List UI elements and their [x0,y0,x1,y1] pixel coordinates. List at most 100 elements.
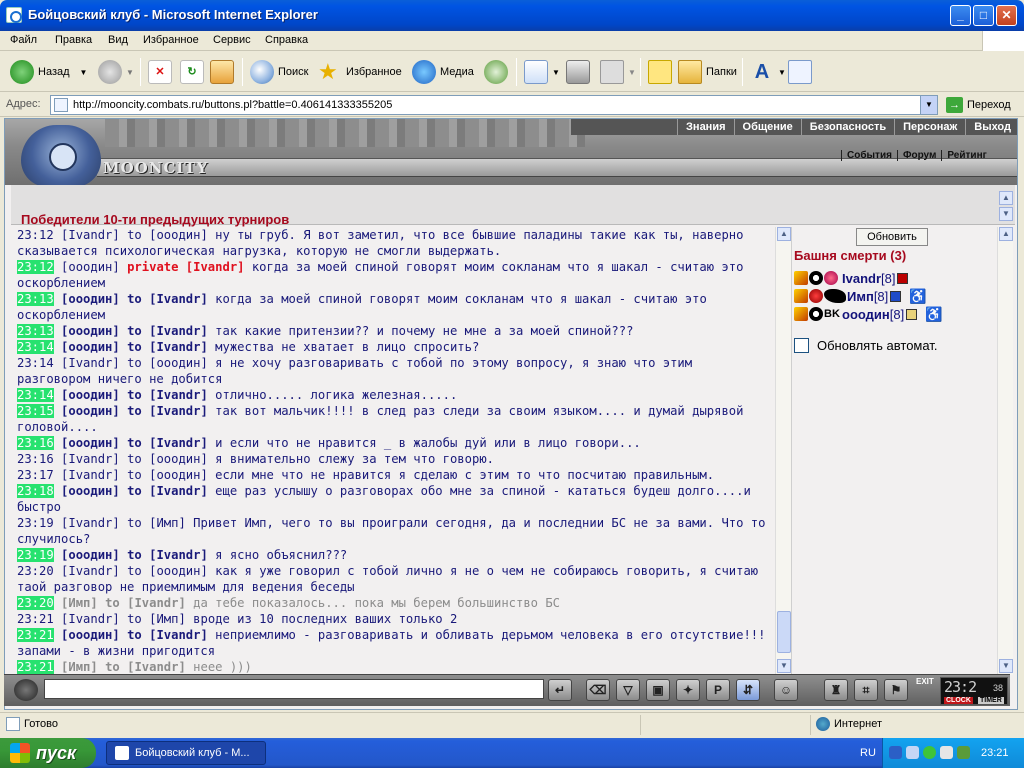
refresh-button[interactable]: ↻ [180,58,208,86]
chat-recipient[interactable]: [Ivandr] [149,436,208,450]
info-icon[interactable] [906,308,918,320]
chat-sender[interactable]: [ооодин] [61,548,120,562]
chat-sender[interactable]: [Ivandr] [61,452,120,466]
chat-recipient[interactable]: [ооодин] [149,564,208,578]
chat-sender[interactable]: [Имп] [61,596,98,610]
scroll-up-icon[interactable]: ▲ [999,227,1013,241]
chat-sender-name[interactable]: ооодин [68,548,112,562]
chat-recipient-name[interactable]: Ivandr [156,340,200,354]
edit-button[interactable]: ▼ [600,58,636,86]
chat-sender-name[interactable]: ооодин [68,292,112,306]
chat-recipient[interactable]: [Ivandr] [149,484,208,498]
home-button[interactable] [210,58,238,86]
notes-button[interactable] [648,58,676,86]
nav-character[interactable]: Персонаж [894,119,965,135]
chat-sender[interactable]: [ооодин] [61,324,120,338]
chat-time[interactable]: 23:20 [17,564,54,578]
info-icon[interactable] [890,290,902,302]
taskbar-window-button[interactable]: Бойцовский клуб - М... [106,741,266,765]
language-indicator[interactable]: RU [860,747,876,759]
address-url[interactable]: http://mooncity.combats.ru/buttons.pl?ba… [73,99,392,111]
scroll-up-icon[interactable]: ▲ [777,227,791,241]
chat-recipient[interactable]: [Ivandr] [149,340,208,354]
history-button[interactable] [484,58,512,86]
menu-view[interactable]: Вид [108,34,128,46]
chat-time[interactable]: 23:21 [17,628,54,642]
address-dropdown-icon[interactable]: ▼ [920,96,937,114]
user-row[interactable]: Имп [8] ♿ [794,287,927,305]
scroll-lock-button[interactable]: ⇵ [736,679,760,701]
chat-sender-name[interactable]: Ivandr [68,516,112,530]
nav-exit[interactable]: Выход [965,119,1017,135]
banner-scrollbar[interactable]: ▲ ▼ [999,191,1013,221]
chat-recipient[interactable]: [Ivandr] [149,628,208,642]
site-emblem-icon[interactable] [21,125,101,185]
chat-recipient-name[interactable]: ооодин [156,356,200,370]
menu-help[interactable]: Справка [265,34,308,46]
filter-button[interactable]: ▽ [616,679,640,701]
chat-recipient[interactable]: [ооодин] [149,468,208,482]
nav-rating[interactable]: Рейтинг [941,150,991,161]
user-name[interactable]: Ivandr [842,271,881,286]
start-button[interactable]: пуск [0,738,96,768]
chat-time[interactable]: 23:17 [17,468,54,482]
address-input[interactable]: http://mooncity.combats.ru/buttons.pl?ba… [50,95,938,115]
chat-sender-name[interactable]: Ivandr [68,452,112,466]
chat-recipient-name[interactable]: Ivandr [156,628,200,642]
chat-sender[interactable]: [Ivandr] [61,564,120,578]
chat-time[interactable]: 23:20 [17,596,54,610]
site-logo[interactable]: MOONCITY [103,159,208,177]
search-button[interactable]: Поиск [250,58,308,86]
chat-sender[interactable]: [ооодин] [61,628,120,642]
chat-recipient-name[interactable]: Ivandr [156,436,200,450]
security-shield-icon[interactable] [923,746,936,759]
chat-sender-name[interactable]: ооодин [68,324,112,338]
clock-tab[interactable]: CLOCK [944,697,973,704]
head-icon[interactable] [14,679,38,701]
stop-button[interactable]: ✕ [148,58,176,86]
scroll-down-icon[interactable]: ▼ [999,207,1013,221]
chat-sender[interactable]: [ооодин] [61,292,120,306]
chat-recipient[interactable]: [Ivandr] [149,292,208,306]
chat-recipient[interactable]: [Ivandr] [127,660,186,674]
exit-label[interactable]: EXIT [916,677,934,686]
go-button[interactable]: → Переход [946,97,1011,113]
volume-icon[interactable] [940,746,953,759]
smiley-button[interactable]: ☺ [774,679,798,701]
chat-time[interactable]: 23:14 [17,388,54,402]
tray-arrow-icon[interactable] [889,746,902,759]
private-message-icon[interactable]: ♿ [909,288,926,305]
minimize-button[interactable]: _ [950,5,971,26]
chat-sender-name[interactable]: Имп [68,596,90,610]
chat-sender[interactable]: [Ivandr] [61,228,120,242]
chat-time[interactable]: 23:12 [17,228,54,242]
menu-tools[interactable]: Сервис [213,34,251,46]
scroll-up-icon[interactable]: ▲ [999,191,1013,205]
chat-sender-name[interactable]: ооодин [68,484,112,498]
chat-recipient-name[interactable]: Ivandr [156,324,200,338]
chat-recipient-name[interactable]: Имп [156,516,178,530]
menu-edit[interactable]: Правка [55,34,92,46]
nav-forum[interactable]: Форум [896,150,941,161]
chat-sender[interactable]: [Имп] [61,660,98,674]
close-button[interactable]: ✕ [996,5,1017,26]
chat-sender[interactable]: [ооодин] [61,436,120,450]
chat-sender-name[interactable]: Ivandr [68,612,112,626]
chevron-down-icon[interactable]: ▼ [778,68,786,77]
chevron-down-icon[interactable]: ▼ [628,68,636,77]
chat-time[interactable]: 23:16 [17,436,54,450]
refresh-users-button[interactable]: Обновить [856,228,928,246]
chat-sender[interactable]: [ооодин] [61,388,120,402]
scroll-down-icon[interactable]: ▼ [999,659,1013,673]
auto-refresh-checkbox[interactable] [794,338,809,353]
chat-recipient-name[interactable]: ооодин [156,468,200,482]
fighter-button[interactable]: ✦ [676,679,700,701]
flag-button[interactable]: ⚑ [884,679,908,701]
map-button[interactable]: ⌗ [854,679,878,701]
chat-sender-name[interactable]: ооодин [68,436,112,450]
menu-file[interactable]: Файл [10,34,37,46]
menu-favorites[interactable]: Избранное [143,34,199,46]
chat-recipient[interactable]: [Имп] [149,516,186,530]
chat-recipient[interactable]: [Ivandr] [149,324,208,338]
chat-time[interactable]: 23:13 [17,324,54,338]
